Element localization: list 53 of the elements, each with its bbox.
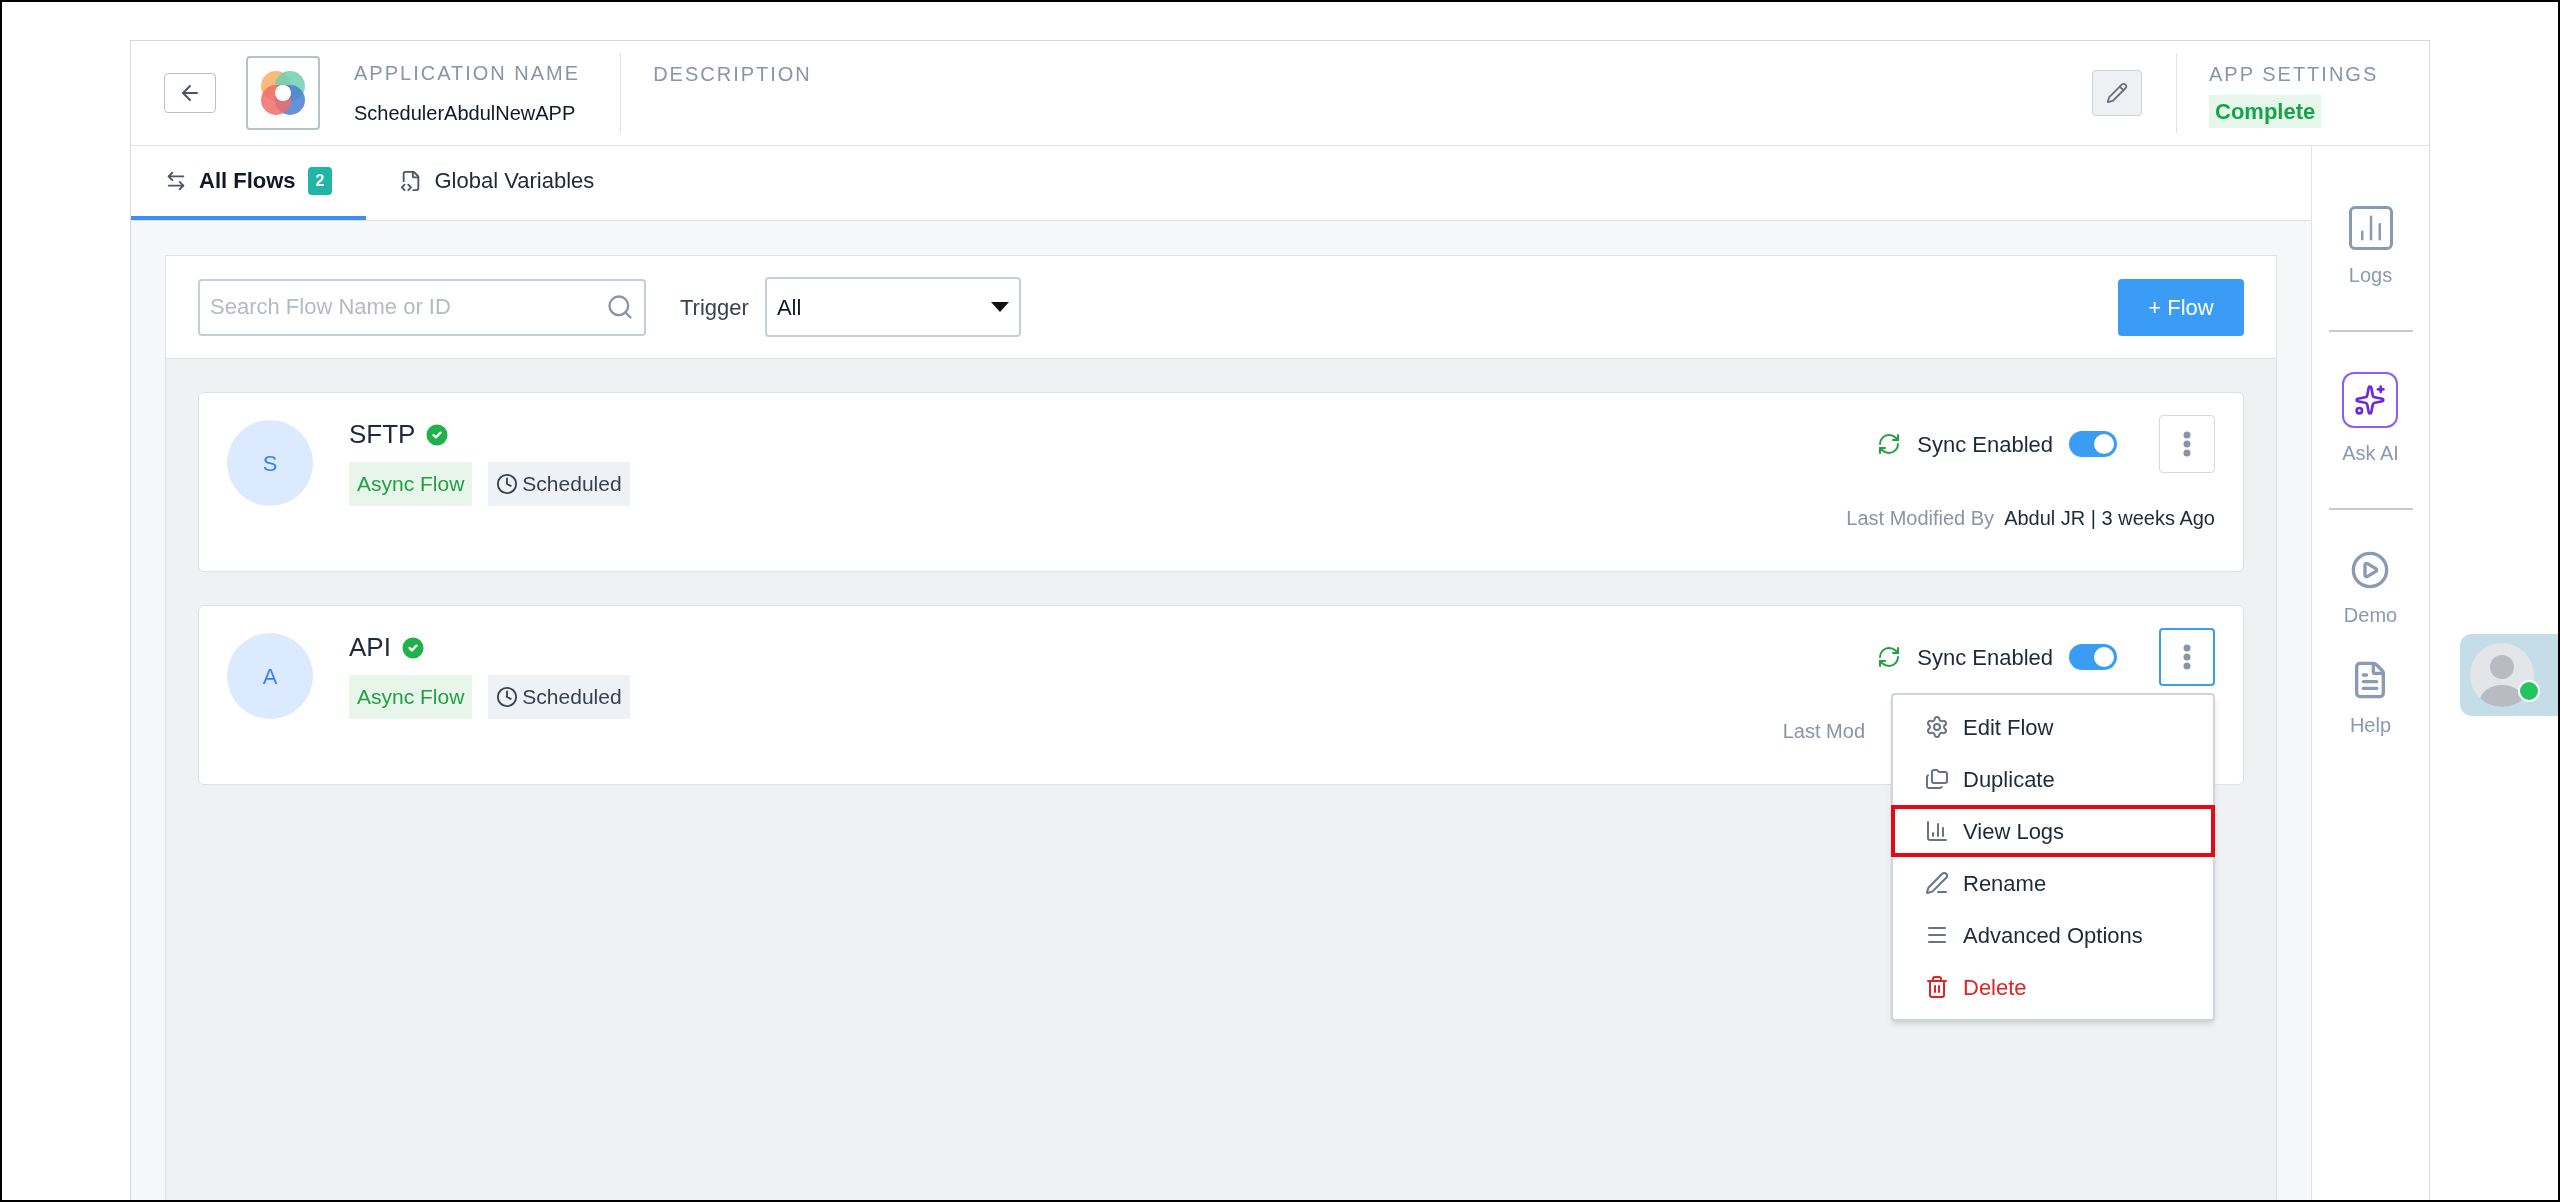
clock-icon (496, 685, 519, 708)
tab[interactable]: Global Variables (366, 145, 629, 220)
pen-icon (1925, 871, 1949, 895)
modified-by: Abdul JR | 3 weeks Ago (2004, 506, 2215, 531)
search-icon (606, 292, 634, 321)
app-name: SchedulerAbdulNewAPP (354, 101, 577, 126)
folder-icon (1925, 767, 1949, 791)
scheduled-tag: Scheduled (488, 675, 630, 719)
async-tag: Async Flow (349, 675, 473, 719)
count-badge: 2 (307, 166, 333, 195)
bar-chart-icon (1925, 819, 1949, 843)
play-icon (2350, 550, 2391, 590)
async-tag: Async Flow (349, 462, 473, 506)
bar-chart-icon (2348, 206, 2393, 250)
more-icon (2183, 644, 2191, 670)
caret-icon (990, 302, 1009, 312)
flow-avatar: S (227, 420, 313, 506)
status-badge: Complete (2209, 94, 2322, 128)
user-avatar[interactable] (2460, 634, 2558, 716)
scheduled-tag: Scheduled (488, 462, 630, 506)
sync-icon (1877, 645, 1902, 669)
flow-avatar: A (227, 633, 313, 719)
gear-icon (1925, 715, 1949, 739)
sync-icon (1877, 432, 1902, 456)
menu-item[interactable]: View Logs (1891, 805, 2215, 857)
pencil-icon (2106, 82, 2128, 104)
menu-item[interactable]: Delete (1891, 961, 2215, 1013)
sync-toggle[interactable] (2069, 431, 2117, 457)
modified-label: Last Mod (1782, 719, 1865, 744)
back-button[interactable] (164, 73, 216, 113)
modified-label: Last Modified By (1846, 506, 1995, 531)
menu-item[interactable]: Duplicate (1891, 753, 2215, 805)
more-button[interactable] (2159, 628, 2215, 686)
description-label: DESCRIPTION (653, 63, 812, 85)
sync-toggle[interactable] (2069, 644, 2117, 670)
app-settings-label: APP SETTINGS (2209, 61, 2380, 87)
menu-item[interactable]: Rename (1891, 857, 2215, 909)
flow-name: SFTP (349, 418, 416, 451)
sync-label: Sync Enabled (1917, 643, 2053, 672)
menu-item[interactable]: Edit Flow (1891, 701, 2215, 753)
trigger-select[interactable]: All (764, 277, 1021, 337)
app-name-label: APPLICATION NAME (354, 61, 581, 86)
sync-label: Sync Enabled (1917, 430, 2053, 459)
trigger-label: Trigger (680, 293, 749, 322)
clock-icon (496, 472, 519, 495)
trash-icon (1925, 975, 1949, 999)
swap-arrows-icon (165, 169, 187, 192)
sparkle-icon (2342, 372, 2399, 428)
menu-item[interactable]: Advanced Options (1891, 909, 2215, 961)
more-icon (2183, 431, 2191, 457)
edit-button[interactable] (2092, 70, 2142, 116)
flow-name: API (349, 631, 391, 664)
search-field[interactable]: Search Flow Name or ID (198, 278, 646, 336)
